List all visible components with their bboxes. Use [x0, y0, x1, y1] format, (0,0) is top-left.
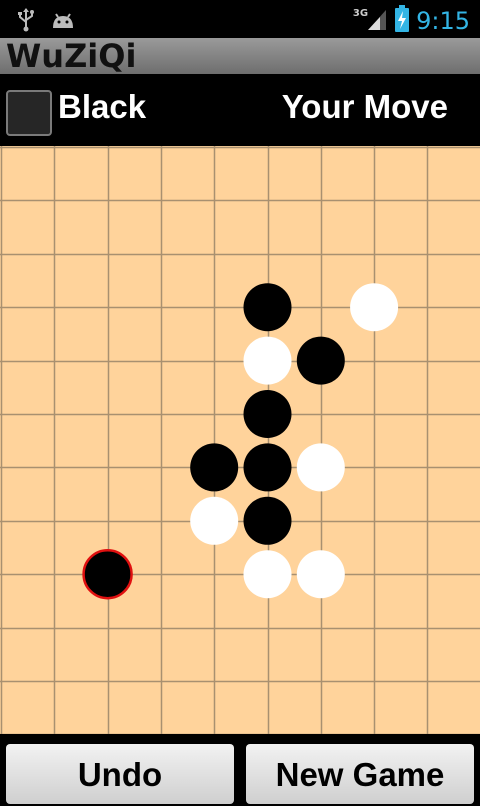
- title-bar: WuZiQi: [0, 38, 480, 74]
- turn-status-label: Your Move: [281, 88, 448, 125]
- last-move-stone: [82, 548, 133, 600]
- white-stone: [190, 496, 239, 545]
- system-icons: 3G 9:15: [353, 5, 470, 37]
- battery-charging-icon: [394, 5, 410, 37]
- signal-3g-icon: [366, 6, 388, 36]
- black-stone: [243, 443, 292, 492]
- white-stone: [243, 550, 292, 599]
- white-stone: [296, 443, 345, 492]
- black-stone: [243, 283, 292, 332]
- undo-button[interactable]: Undo: [6, 744, 234, 804]
- game-board[interactable]: [0, 146, 480, 734]
- current-player-label: Black: [58, 88, 147, 125]
- notification-icons: [16, 8, 76, 36]
- new-game-button[interactable]: New Game: [246, 744, 474, 804]
- android-debug-icon: [50, 10, 76, 34]
- game-info-bar: Black Your Move: [0, 74, 480, 146]
- usb-icon: [16, 8, 36, 36]
- status-bar: 3G 9:15: [0, 0, 480, 38]
- board-grid[interactable]: [0, 146, 480, 734]
- black-stone: [243, 496, 292, 545]
- white-stone: [243, 336, 292, 385]
- black-stone: [243, 390, 292, 438]
- network-type: 3G: [352, 7, 369, 19]
- player-color-swatch: [6, 90, 52, 136]
- clock: 9:15: [416, 7, 470, 35]
- white-stone: [350, 283, 399, 332]
- black-stone: [190, 443, 239, 492]
- button-bar: Undo New Game: [0, 734, 480, 804]
- app-title: WuZiQi: [6, 37, 137, 75]
- white-stone: [296, 550, 345, 599]
- black-stone: [296, 336, 345, 385]
